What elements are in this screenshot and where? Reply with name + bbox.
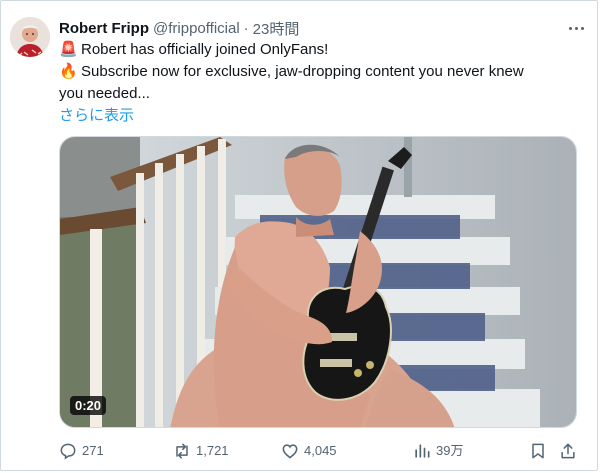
- views-button[interactable]: 39万: [412, 440, 463, 462]
- tweet-actions: 271 1,721 4,045 39万: [58, 440, 580, 462]
- author-name[interactable]: Robert Fripp: [59, 20, 149, 37]
- views-icon: [415, 444, 430, 458]
- reply-icon: [60, 443, 76, 460]
- bookmark-icon: [532, 443, 544, 459]
- video-duration: 0:20: [70, 396, 107, 415]
- tweet-line-1: 🚨 Robert has officially joined OnlyFans!: [59, 39, 584, 61]
- tweet-text-line-2: Subscribe now for exclusive, jaw-droppin…: [81, 63, 524, 80]
- repost-icon: [176, 443, 188, 459]
- video-thumbnail: [60, 137, 576, 427]
- like-button[interactable]: 4,045: [280, 440, 337, 462]
- separator-dot: ·: [243, 19, 249, 37]
- avatar-image: [10, 17, 50, 57]
- bookmark-button[interactable]: [528, 440, 552, 462]
- tweet-text: 🚨 Robert has officially joined OnlyFans! …: [59, 39, 584, 105]
- author-handle[interactable]: @frippofficial: [153, 20, 240, 37]
- share-button[interactable]: [558, 440, 582, 462]
- timestamp[interactable]: 23時間: [253, 18, 300, 39]
- reply-button[interactable]: 271: [58, 440, 104, 462]
- share-icon: [561, 443, 575, 459]
- view-count: 39万: [436, 443, 464, 458]
- show-more-link[interactable]: さらに表示: [59, 104, 134, 125]
- reply-count: 271: [82, 443, 104, 458]
- tweet-header: Robert Fripp @frippofficial · 23時間: [59, 18, 580, 38]
- repost-button[interactable]: 1,721: [172, 440, 229, 462]
- video-player[interactable]: 0:20: [59, 136, 577, 428]
- tweet-text-line-1: Robert has officially joined OnlyFans!: [81, 41, 329, 58]
- avatar[interactable]: [10, 17, 50, 57]
- more-icon[interactable]: [566, 20, 586, 36]
- like-icon: [282, 444, 298, 459]
- siren-icon: 🚨: [59, 41, 78, 58]
- tweet-text-line-3: you needed...: [59, 85, 150, 102]
- like-count: 4,045: [304, 443, 337, 458]
- repost-count: 1,721: [196, 443, 229, 458]
- tweet-line-2: 🔥 Subscribe now for exclusive, jaw-droppi…: [59, 61, 584, 83]
- fire-icon: 🔥: [59, 63, 78, 80]
